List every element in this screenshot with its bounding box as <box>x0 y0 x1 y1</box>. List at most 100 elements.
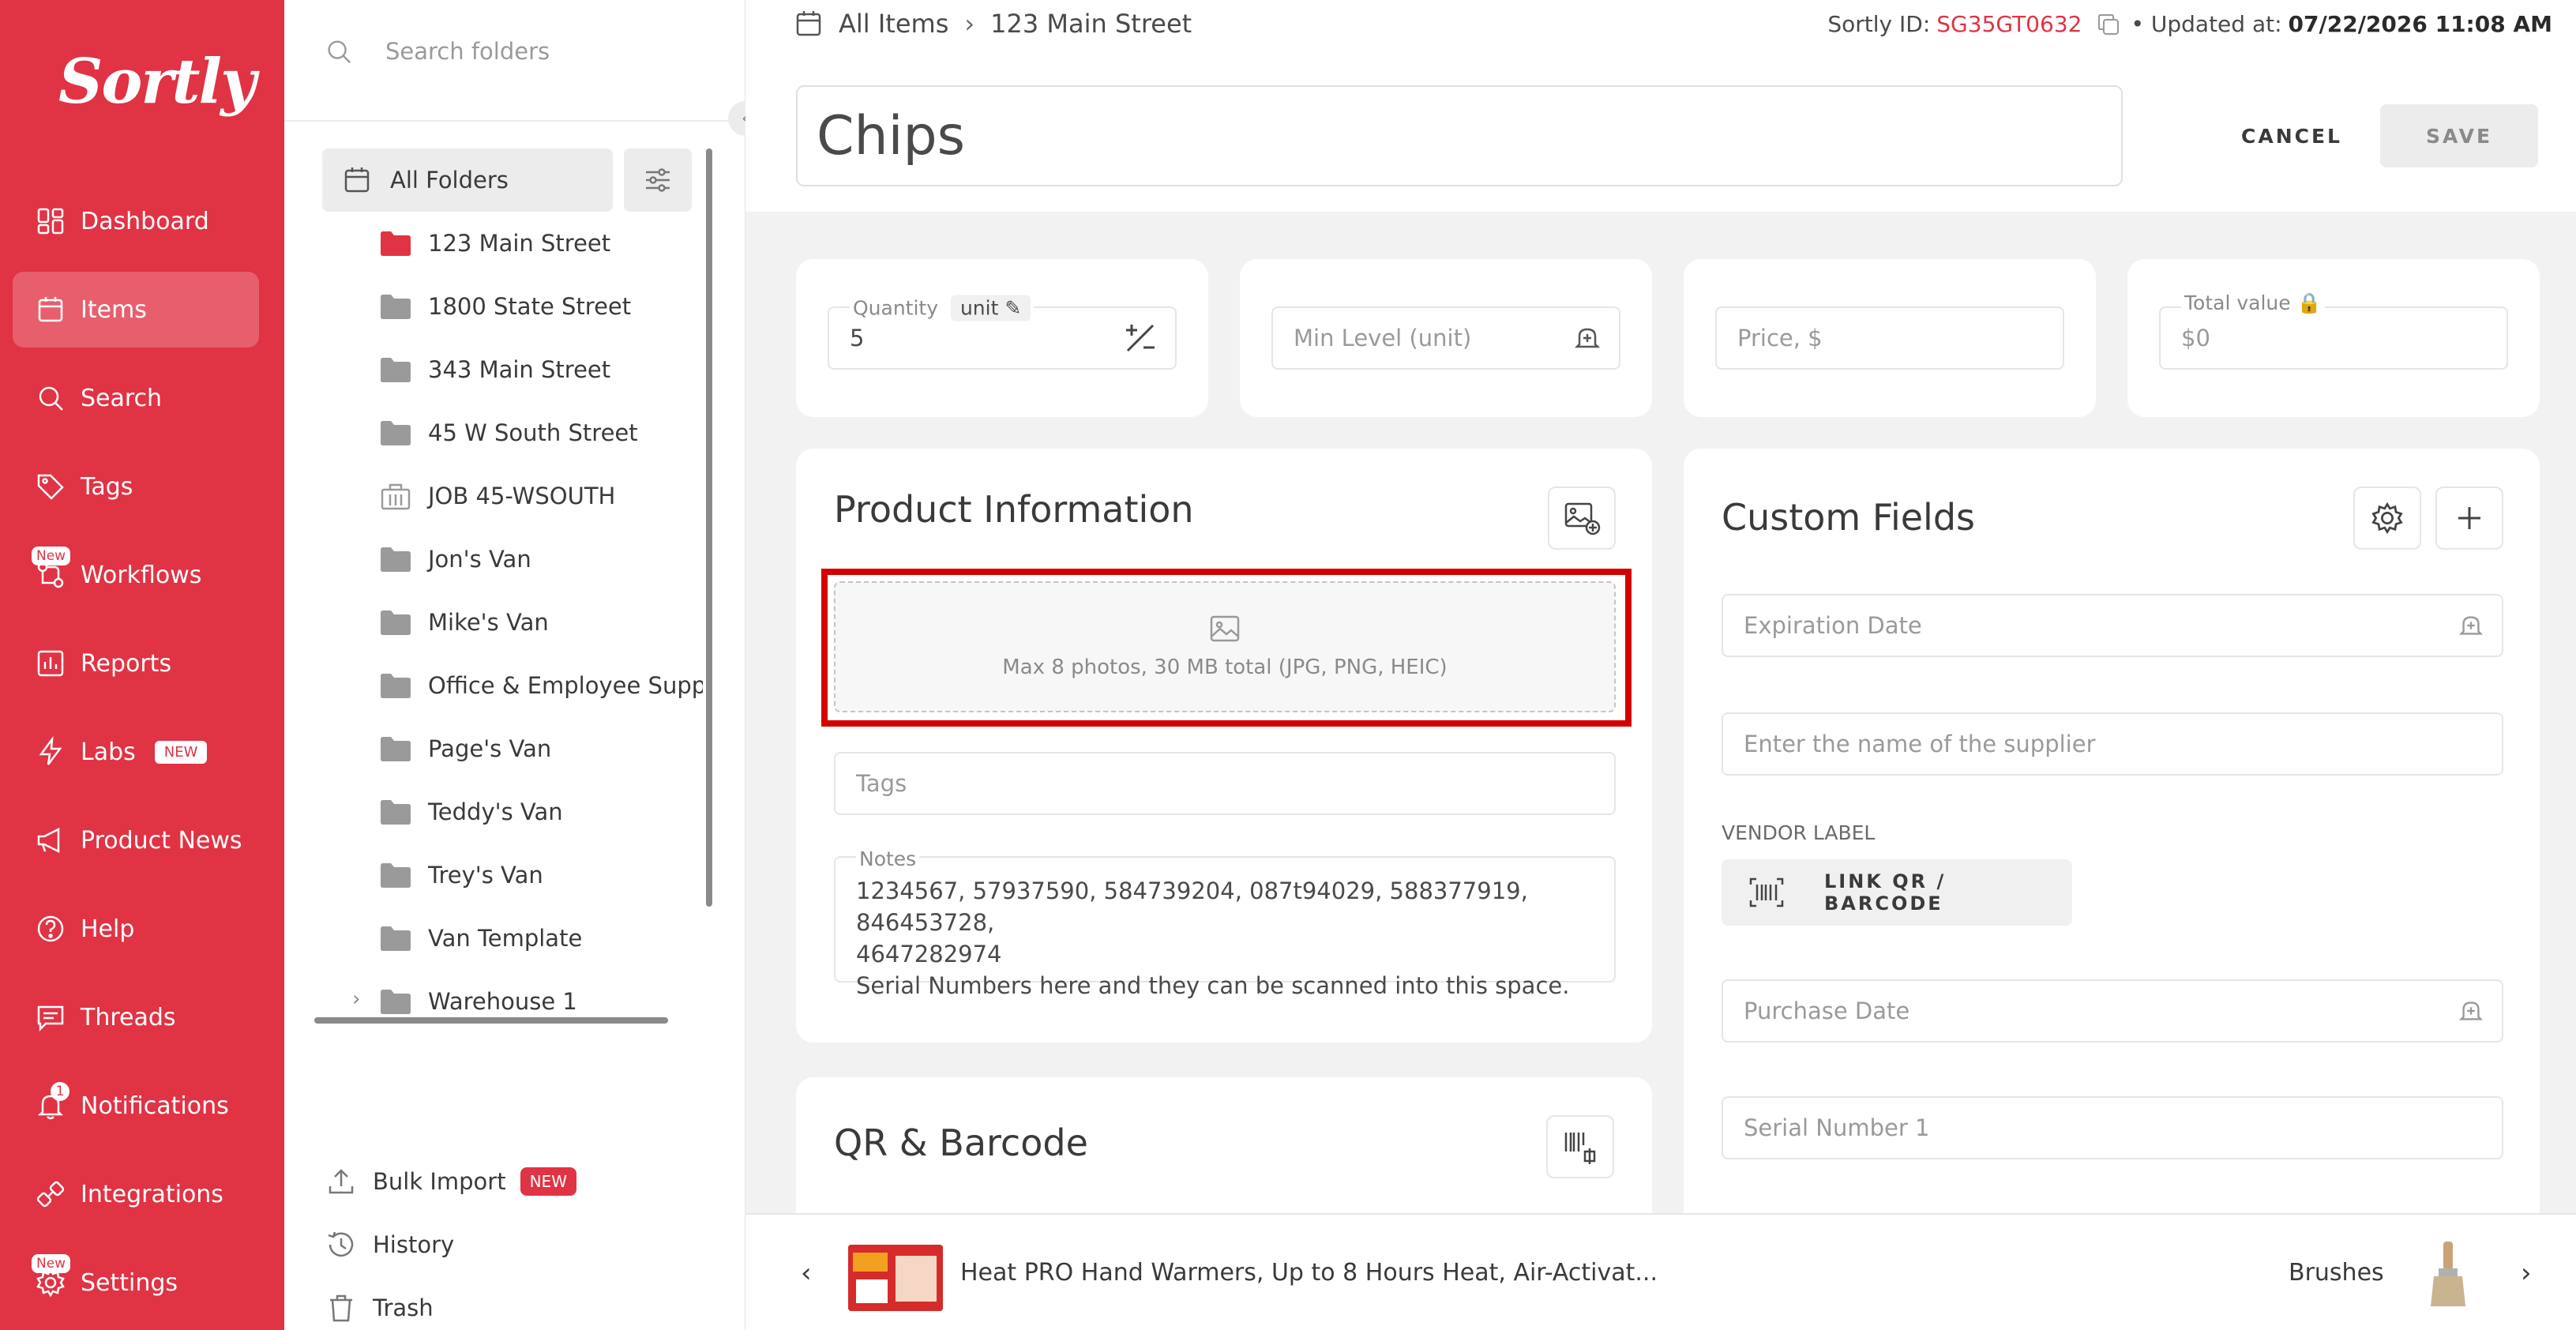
price-field[interactable]: Price, $ <box>1715 306 2064 370</box>
purchase-date-field[interactable]: Purchase Date <box>1722 979 2503 1043</box>
add-custom-field-button[interactable] <box>2435 487 2503 550</box>
next-item-thumbnail[interactable] <box>2424 1238 2472 1309</box>
lightning-icon <box>35 736 66 768</box>
history-label: History <box>373 1231 455 1258</box>
history-link[interactable]: History <box>325 1229 454 1260</box>
nav-dashboard[interactable]: Dashboard <box>13 183 259 259</box>
nav-product-news[interactable]: Product News <box>13 802 259 878</box>
supplier-placeholder: Enter the name of the supplier <box>1744 731 2096 757</box>
sortly-logo[interactable]: Sortly <box>58 46 256 118</box>
expiration-date-field[interactable]: Expiration Date <box>1722 594 2503 657</box>
quantity-field[interactable]: Quantity unit ✎ 5 <box>828 295 1177 370</box>
folder-item[interactable]: Mike's Van <box>379 591 549 654</box>
nav-help[interactable]: Help <box>13 891 259 967</box>
chevron-right-icon[interactable]: › <box>2521 1257 2532 1289</box>
bulk-import-label: Bulk Import <box>373 1168 506 1195</box>
threads-icon <box>35 1001 66 1033</box>
nav-tags[interactable]: Tags <box>13 449 259 524</box>
add-photo-button[interactable] <box>1548 487 1616 550</box>
previous-item-title[interactable]: Heat PRO Hand Warmers, Up to 8 Hours Hea… <box>960 1259 1658 1287</box>
folder-icon <box>379 229 428 257</box>
serial-number-placeholder: Serial Number 1 <box>1744 1114 1930 1141</box>
serial-number-field[interactable]: Serial Number 1 <box>1722 1096 2503 1159</box>
item-meta: Sortly ID: SG35GT0632 • Updated at: 07/2… <box>1827 11 2552 37</box>
folder-search-placeholder: Search folders <box>385 38 550 65</box>
quantity-card: Quantity unit ✎ 5 <box>796 259 1208 417</box>
product-information-title: Product Information <box>834 488 1194 531</box>
folder-item[interactable]: Trey's Van <box>379 843 543 907</box>
nav-labs[interactable]: Labs NEW <box>13 714 259 790</box>
integrations-icon <box>35 1178 66 1210</box>
nav-product-news-label: Product News <box>81 826 242 855</box>
save-button[interactable]: SAVE <box>2380 104 2538 167</box>
folder-vertical-scrollbar[interactable] <box>706 148 712 907</box>
cancel-button[interactable]: CANCEL <box>2216 107 2368 164</box>
folder-item[interactable]: JOB 45-WSOUTH <box>379 464 615 528</box>
nav-threads[interactable]: Threads <box>13 979 259 1055</box>
upload-icon <box>325 1166 373 1197</box>
nav-workflows[interactable]: New Workflows <box>13 537 259 613</box>
nav-settings-label: Settings <box>81 1268 178 1297</box>
folder-item[interactable]: 123 Main Street <box>379 212 610 275</box>
folder-label: 123 Main Street <box>428 230 611 257</box>
divider <box>284 120 745 122</box>
folder-item[interactable]: Office & Employee Suppli <box>379 654 703 717</box>
total-value-field: Total value 🔒 $0 <box>2159 291 2508 370</box>
tags-field[interactable]: Tags <box>834 752 1616 815</box>
nav-search[interactable]: Search <box>13 360 259 436</box>
folder-horizontal-scrollbar[interactable] <box>314 1017 668 1024</box>
unit-chip[interactable]: unit ✎ <box>950 295 1031 321</box>
breadcrumb-current[interactable]: 123 Main Street <box>990 9 1192 39</box>
chevron-right-icon[interactable]: › <box>352 987 360 1011</box>
items-icon <box>793 8 839 39</box>
quantity-label: Quantity unit ✎ <box>850 295 1035 321</box>
folder-item[interactable]: 45 W South Street <box>379 401 638 464</box>
supplier-field[interactable]: Enter the name of the supplier <box>1722 712 2503 776</box>
all-folders-button[interactable]: All Folders <box>322 148 613 212</box>
sliders-icon <box>642 164 674 196</box>
custom-fields-settings-button[interactable] <box>2353 487 2421 550</box>
nav-integrations[interactable]: Integrations <box>13 1156 259 1232</box>
copy-icon[interactable] <box>2096 12 2121 37</box>
folder-search[interactable]: Search folders <box>324 36 550 66</box>
folder-label: Trey's Van <box>428 862 543 889</box>
trash-link[interactable]: Trash <box>325 1292 434 1324</box>
next-item-title[interactable]: Brushes <box>2289 1259 2384 1287</box>
chevron-left-icon[interactable]: ‹ <box>801 1257 812 1289</box>
search-icon <box>35 382 66 414</box>
nav-notifications-label: Notifications <box>81 1091 229 1120</box>
item-name-input[interactable]: Chips <box>796 85 2123 186</box>
folder-label: Teddy's Van <box>428 798 563 825</box>
bell-alert-icon[interactable] <box>1573 324 1602 352</box>
nav-items[interactable]: Items <box>13 272 259 348</box>
nav-tags-label: Tags <box>81 472 133 501</box>
add-barcode-button[interactable] <box>1546 1115 1614 1178</box>
folder-icon <box>379 671 428 700</box>
total-value-label: Total value 🔒 <box>2181 291 2325 315</box>
nav-notifications[interactable]: 1 Notifications <box>13 1068 259 1144</box>
photo-upload-dropzone[interactable]: Max 8 photos, 30 MB total (JPG, PNG, HEI… <box>834 581 1616 712</box>
link-qr-barcode-button[interactable]: LINK QR / BARCODE <box>1722 859 2072 926</box>
plus-minus-icon[interactable] <box>1123 321 1158 355</box>
folder-item[interactable]: Jon's Van <box>379 528 531 591</box>
breadcrumb-root[interactable]: All Items <box>839 9 948 39</box>
reports-icon <box>35 648 66 679</box>
nav-reports[interactable]: Reports <box>13 626 259 701</box>
folder-item[interactable]: Teddy's Van <box>379 780 563 843</box>
folder-label: 45 W South Street <box>428 419 638 446</box>
nav-workflows-label: Workflows <box>81 561 202 589</box>
notes-field[interactable]: Notes 1234567, 57937590, 584739204, 087t… <box>834 843 1616 999</box>
folder-label: Warehouse 1 <box>428 988 577 1015</box>
bell-alert-icon[interactable] <box>2458 998 2484 1024</box>
folder-filter-button[interactable] <box>624 148 692 212</box>
bulk-import-link[interactable]: Bulk Import NEW <box>325 1166 576 1197</box>
folder-item[interactable]: Van Template <box>379 907 582 970</box>
min-level-field[interactable]: Min Level (unit) <box>1271 306 1620 370</box>
folder-item[interactable]: Page's Van <box>379 717 551 780</box>
previous-item-thumbnail[interactable] <box>848 1245 943 1311</box>
nav-settings[interactable]: New Settings <box>13 1245 259 1321</box>
folder-item[interactable]: 1800 State Street <box>379 275 631 338</box>
folder-item[interactable]: 343 Main Street <box>379 338 610 401</box>
settings-new-badge: New <box>32 1254 71 1273</box>
bell-alert-icon[interactable] <box>2458 612 2484 639</box>
